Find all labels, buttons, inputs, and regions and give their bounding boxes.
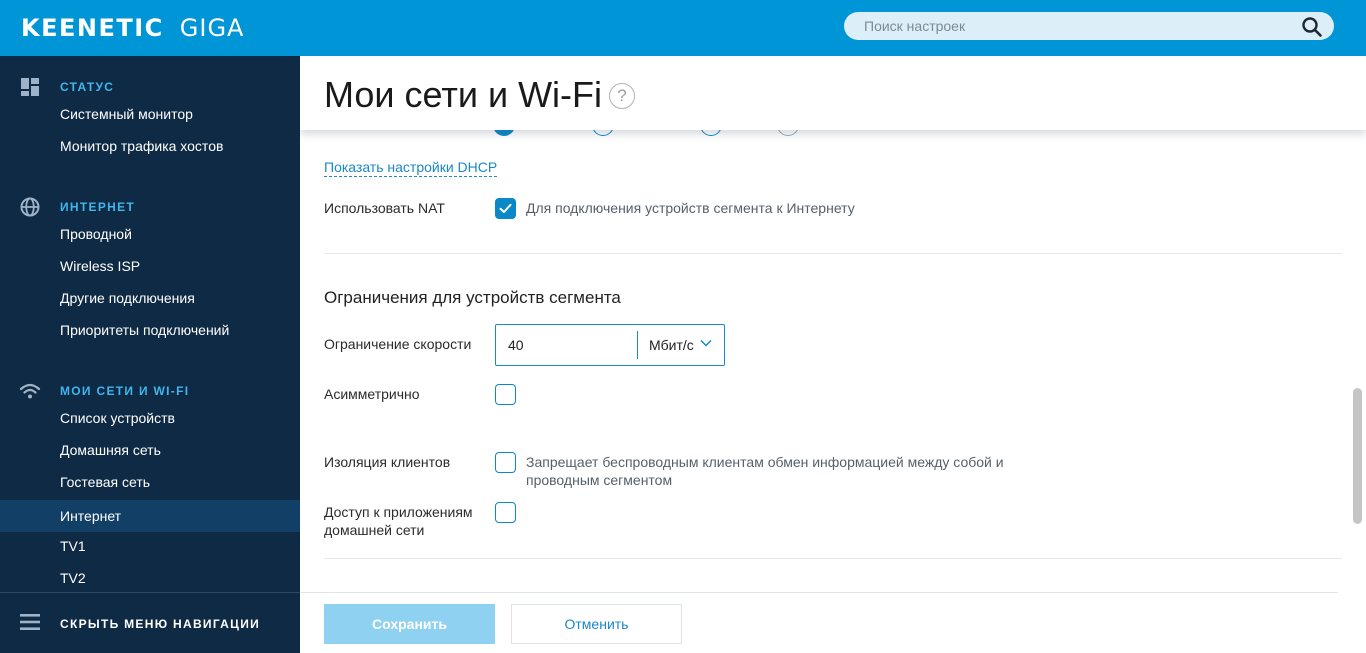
speed-limit-label: Ограничение скорости <box>324 336 472 352</box>
speed-limit-input[interactable] <box>496 325 636 365</box>
sidebar-item-tv1[interactable]: TV1 <box>0 530 300 562</box>
logo-brand: KEENETIC <box>21 14 164 42</box>
sidebar-item-internet-segment[interactable]: Интернет <box>0 500 300 532</box>
asymmetric-label: Асимметрично <box>324 386 420 402</box>
sidebar-item-home-network[interactable]: Домашняя сеть <box>0 434 300 466</box>
page-title: Мои сети и Wi-Fi <box>324 74 603 115</box>
hide-navigation-button[interactable]: СКРЫТЬ МЕНЮ НАВИГАЦИИ <box>0 592 300 653</box>
show-dhcp-settings-link[interactable]: Показать настройки DHCP <box>324 159 498 177</box>
segment-limits-heading: Ограничения для устройств сегмента <box>324 288 621 307</box>
asymmetric-checkbox[interactable] <box>495 384 516 405</box>
sidebar-item-connection-priorities[interactable]: Приоритеты подключений <box>0 314 300 346</box>
sidebar-item-guest-network[interactable]: Гостевая сеть <box>0 466 300 498</box>
save-button[interactable]: Сохранить <box>324 604 495 644</box>
app-access-checkbox[interactable] <box>495 502 516 523</box>
sidebar-item-other-connections[interactable]: Другие подключения <box>0 282 300 314</box>
hamburger-menu-icon <box>20 614 40 630</box>
divider <box>324 558 1342 559</box>
scrollbar-thumb[interactable] <box>1353 388 1362 524</box>
sidebar-section-title: ИНТЕРНЕТ <box>60 200 136 214</box>
client-isolation-description-line: проводным сегментом <box>526 472 673 488</box>
sidebar-item-wireless-isp[interactable]: Wireless ISP <box>0 250 300 282</box>
nat-label: Использовать NAT <box>324 200 445 216</box>
dashboard-icon <box>21 78 39 96</box>
cancel-button[interactable]: Отменить <box>511 604 682 644</box>
sidebar-section-status: СТАТУС <box>0 76 300 98</box>
sidebar-item-system-monitor[interactable]: Системный монитор <box>0 98 300 130</box>
app-access-label-line: Доступ к приложениям <box>324 504 473 520</box>
sidebar-section-title: СТАТУС <box>60 80 115 94</box>
speed-unit-value: Мбит/с <box>649 337 694 353</box>
sidebar-item-wired[interactable]: Проводной <box>0 218 300 250</box>
keenetic-logo[interactable]: KEENETIC GIGA <box>21 13 244 43</box>
action-bar: Сохранить Отменить <box>300 592 1338 653</box>
sidebar-section-my-networks: МОИ СЕТИ И WI-FI <box>0 380 300 402</box>
chevron-down-icon <box>700 339 712 347</box>
wifi-icon <box>19 383 41 399</box>
globe-icon <box>20 197 40 217</box>
help-icon[interactable]: ? <box>609 83 635 109</box>
app-access-label: Доступ к приложениям домашней сети <box>324 503 473 539</box>
sidebar-item-host-traffic[interactable]: Монитор трафика хостов <box>0 130 300 162</box>
logo-model: GIGA <box>179 14 245 42</box>
divider <box>324 253 1342 254</box>
client-isolation-description-line: Запрещает беспроводным клиентам обмен ин… <box>526 454 1004 470</box>
page-header: Мои сети и Wi-Fi ? <box>300 56 1366 130</box>
sidebar-section-title: МОИ СЕТИ И WI-FI <box>60 384 190 398</box>
top-bar: KEENETIC GIGA <box>0 0 1366 56</box>
app-access-label-line: домашней сети <box>324 522 425 538</box>
sidebar-item-tv2[interactable]: TV2 <box>0 562 300 594</box>
sidebar-item-device-list[interactable]: Список устройств <box>0 402 300 434</box>
search-box <box>844 12 1334 40</box>
speed-limit-field: Мбит/с <box>495 324 725 366</box>
nat-description: Для подключения устройств сегмента к Инт… <box>526 200 855 216</box>
checkmark-icon <box>499 203 512 213</box>
search-icon[interactable] <box>1301 16 1323 38</box>
client-isolation-label: Изоляция клиентов <box>324 454 451 470</box>
client-isolation-checkbox[interactable] <box>495 452 516 473</box>
sidebar-section-internet: ИНТЕРНЕТ <box>0 196 300 218</box>
client-isolation-description: Запрещает беспроводным клиентам обмен ин… <box>526 453 1004 489</box>
main-content: Мои сети и Wi-Fi ? Показать настройки DH… <box>300 56 1366 653</box>
search-input[interactable] <box>844 12 1284 40</box>
sidebar: СТАТУС Системный монитор Монитор трафика… <box>0 56 300 653</box>
nat-checkbox[interactable] <box>495 198 516 219</box>
speed-unit-select[interactable]: Мбит/с <box>638 325 724 365</box>
hide-navigation-label: СКРЫТЬ МЕНЮ НАВИГАЦИИ <box>60 617 261 631</box>
